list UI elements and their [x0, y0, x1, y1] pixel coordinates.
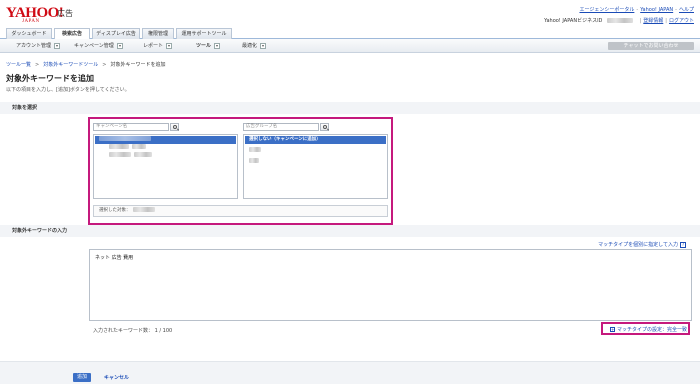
- logout-link[interactable]: ログアウト: [669, 18, 694, 24]
- subnav-optimization[interactable]: 最適化: [242, 42, 267, 50]
- target-section-heading: 対象を選択: [0, 102, 700, 114]
- yahoo-japan-link[interactable]: Yahoo! JAPAN: [640, 7, 673, 13]
- negative-keywords-textarea[interactable]: ネット 広告 費用: [89, 249, 692, 321]
- chevron-down-icon[interactable]: [116, 42, 123, 49]
- subnav-report[interactable]: レポート: [143, 42, 173, 50]
- page-title: 対象外キーワードを追加: [6, 74, 94, 83]
- breadcrumb-negative-keyword-tool[interactable]: 対象外キーワードツール: [43, 62, 98, 68]
- logo-ad-label: 広告: [57, 9, 73, 18]
- tab-display-ads[interactable]: ディスプレイ広告: [92, 28, 140, 39]
- target-highlight-frame: [88, 117, 393, 225]
- yahoo-logo[interactable]: YAHOO! JAPAN 広告: [6, 6, 76, 25]
- subnav-label: 最適化: [242, 43, 258, 49]
- chevron-down-icon[interactable]: [214, 42, 221, 49]
- subnav-label: アカウント管理: [16, 43, 52, 49]
- subnav-label: キャンペーン管理: [74, 43, 114, 49]
- add-button[interactable]: 追加: [73, 373, 91, 382]
- keyword-count: 入力されたキーワード数： 1 / 100: [93, 328, 173, 334]
- match-setting-highlight-frame: [601, 322, 690, 335]
- tab-permissions[interactable]: 権限管理: [142, 28, 174, 39]
- account-label: Yahoo! JAPANビジネスID: [544, 18, 603, 24]
- subnav-label: レポート: [143, 43, 164, 49]
- account-id-blurred: [607, 18, 633, 23]
- registration-info-link[interactable]: 登録情報: [643, 18, 663, 24]
- logo-sub-text: JAPAN: [22, 19, 40, 24]
- help-icon[interactable]: ?: [680, 242, 686, 248]
- breadcrumb: ツール一覧 > 対象外キーワードツール > 対象外キーワードを追加: [6, 62, 166, 68]
- cancel-link[interactable]: キャンセル: [104, 374, 129, 381]
- subnav-account-management[interactable]: アカウント管理: [16, 42, 61, 50]
- chevron-down-icon[interactable]: [54, 42, 61, 49]
- tab-support-tools[interactable]: 運用サポートツール: [176, 28, 232, 39]
- page-description: 以下の項目を入力し、[追加]ボタンを押してください。: [6, 87, 130, 93]
- header-links: エージェンシーポータル - Yahoo! JAPAN - ヘルプ Yahoo! JAPA…: [544, 7, 694, 24]
- sub-toolbar: アカウント管理 キャンペーン管理 レポート ツール 最適化 チャットでお問い合わ…: [0, 39, 700, 53]
- breadcrumb-tools[interactable]: ツール一覧: [6, 62, 31, 68]
- help-link[interactable]: ヘルプ: [679, 7, 694, 13]
- match-type-individual-label: マッチタイプを個別に指定して入力: [598, 242, 678, 248]
- main-tab-bar: ダッシュボード 検索広告 ディスプレイ広告 権限管理 運用サポートツール: [0, 28, 700, 39]
- chat-button-label: チャットでお問い合わせ: [623, 43, 679, 49]
- subnav-tools[interactable]: ツール: [196, 42, 221, 50]
- chat-contact-button[interactable]: チャットでお問い合わせ: [608, 42, 694, 50]
- chevron-down-icon[interactable]: [166, 42, 173, 49]
- keyword-section-heading: 対象外キーワードの入力: [0, 225, 700, 237]
- chevron-down-icon[interactable]: [260, 42, 267, 49]
- subnav-label: ツール: [196, 43, 212, 49]
- tab-dashboard[interactable]: ダッシュボード: [6, 28, 52, 39]
- match-type-individual-link[interactable]: マッチタイプを個別に指定して入力?: [598, 241, 686, 248]
- agency-portal-link[interactable]: エージェンシーポータル: [579, 7, 634, 13]
- subnav-campaign-management[interactable]: キャンペーン管理: [74, 42, 123, 50]
- breadcrumb-current: 対象外キーワードを追加: [110, 62, 166, 68]
- tab-search-ads[interactable]: 検索広告: [54, 28, 90, 39]
